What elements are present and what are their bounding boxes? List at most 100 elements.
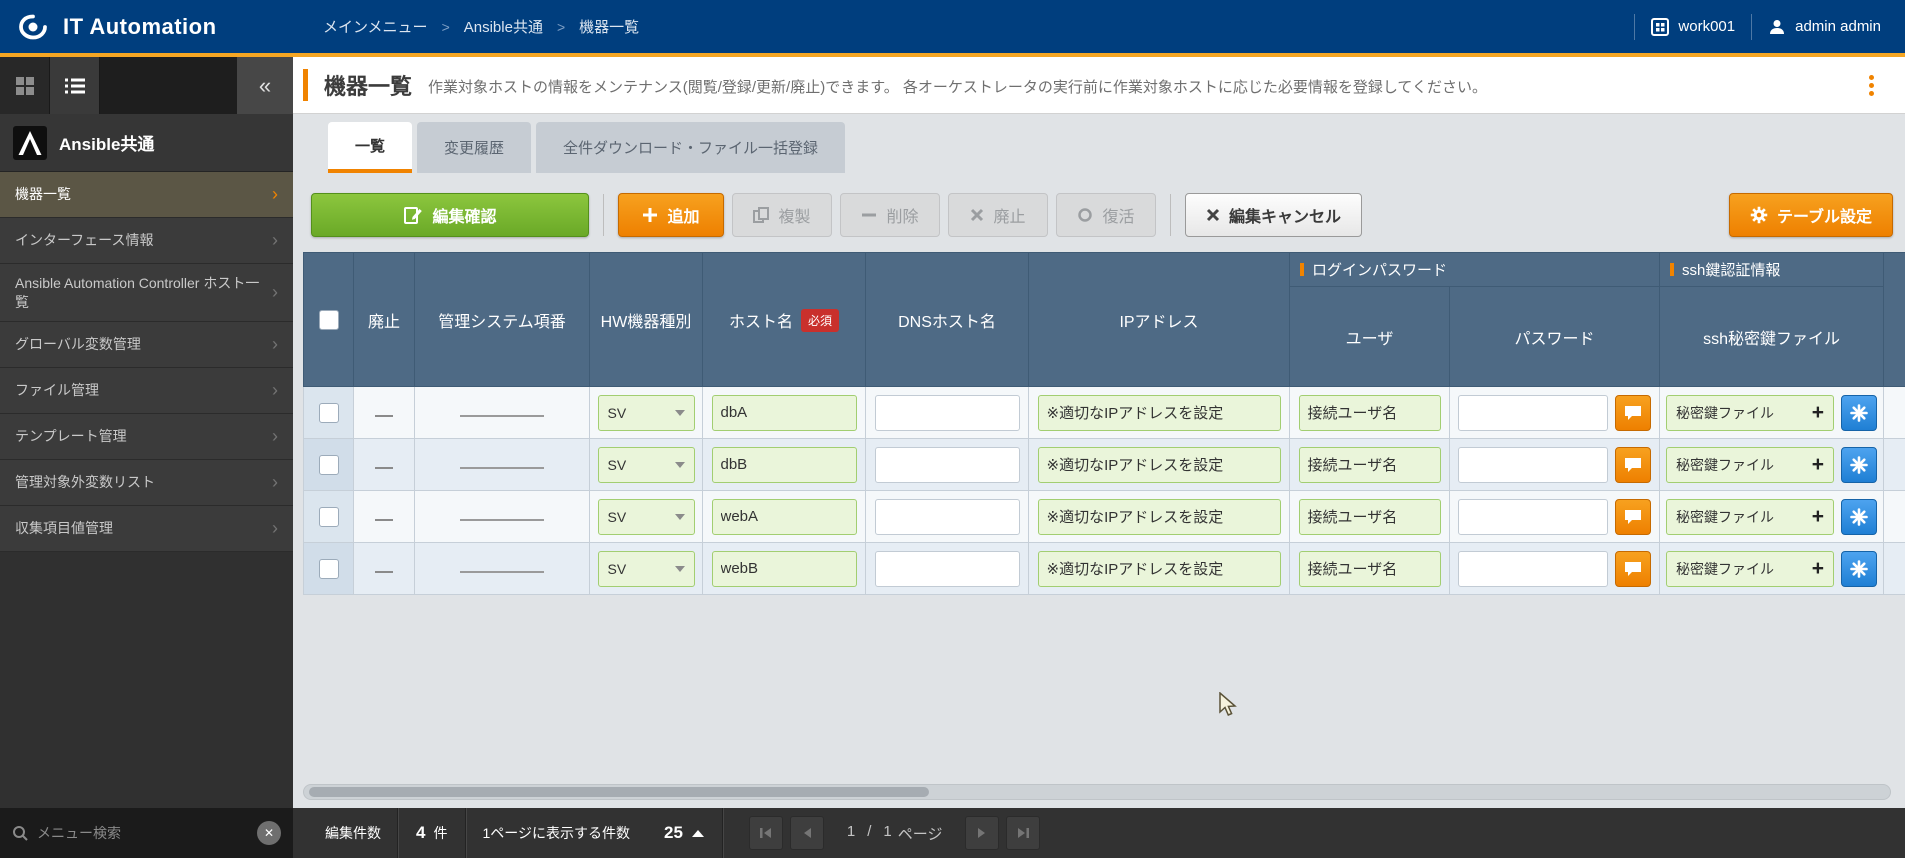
password-input[interactable] bbox=[1458, 395, 1608, 431]
ip-address-input[interactable] bbox=[1038, 447, 1281, 483]
toolbar-divider bbox=[1170, 194, 1171, 236]
gear-icon bbox=[1750, 206, 1768, 224]
workspace-icon bbox=[1651, 18, 1669, 36]
edit-count: 4 件 bbox=[398, 823, 465, 843]
caret-down-icon bbox=[675, 566, 685, 572]
ssh-key-action-button[interactable] bbox=[1841, 499, 1877, 535]
row-checkbox[interactable] bbox=[319, 507, 339, 527]
ssh-key-file-select[interactable]: 秘密鍵ファイル+ bbox=[1666, 447, 1834, 483]
page-menu-button[interactable] bbox=[1853, 67, 1889, 103]
next-page-button[interactable] bbox=[965, 816, 999, 850]
user-input[interactable] bbox=[1299, 447, 1441, 483]
per-page-select[interactable]: 25 bbox=[646, 808, 722, 858]
sidebar-item-collection-item-value-management[interactable]: 収集項目値管理 › bbox=[0, 506, 293, 552]
ip-address-input[interactable] bbox=[1038, 499, 1281, 535]
row-checkbox[interactable] bbox=[319, 403, 339, 423]
sidebar-tab-menu-grid[interactable] bbox=[0, 57, 50, 114]
add-button[interactable]: 追加 bbox=[618, 193, 724, 237]
breadcrumb-item-device-list: 機器一覧 bbox=[579, 16, 639, 37]
ssh-key-file-select[interactable]: 秘密鍵ファイル+ bbox=[1666, 395, 1834, 431]
user-input[interactable] bbox=[1299, 551, 1441, 587]
first-page-button[interactable] bbox=[749, 816, 783, 850]
search-icon bbox=[12, 825, 28, 841]
horizontal-scrollbar-thumb[interactable] bbox=[309, 787, 929, 797]
dns-host-input[interactable] bbox=[875, 447, 1020, 483]
ssh-key-action-button[interactable] bbox=[1841, 551, 1877, 587]
dns-host-input[interactable] bbox=[875, 551, 1020, 587]
password-comment-button[interactable] bbox=[1615, 395, 1651, 431]
col-header-clipped bbox=[1884, 253, 1905, 387]
select-all-header bbox=[304, 253, 354, 387]
host-name-input[interactable] bbox=[712, 395, 857, 431]
ssh-key-file-select[interactable]: 秘密鍵ファイル+ bbox=[1666, 499, 1834, 535]
host-name-input[interactable] bbox=[712, 499, 857, 535]
workspace-menu[interactable]: work001 bbox=[1651, 18, 1735, 36]
page-title: 機器一覧 bbox=[324, 69, 412, 101]
hw-type-select[interactable]: SV bbox=[598, 499, 695, 535]
speech-bubble-icon bbox=[1624, 405, 1642, 421]
password-comment-button[interactable] bbox=[1615, 499, 1651, 535]
user-input[interactable] bbox=[1299, 499, 1441, 535]
prev-page-button[interactable] bbox=[790, 816, 824, 850]
last-page-button[interactable] bbox=[1006, 816, 1040, 850]
header-divider bbox=[1751, 14, 1752, 40]
sidebar-item-device-list[interactable]: 機器一覧 › bbox=[0, 172, 293, 218]
user-input[interactable] bbox=[1299, 395, 1441, 431]
sidebar-item-global-variable-management[interactable]: グローバル変数管理 › bbox=[0, 322, 293, 368]
sidebar-item-excluded-variable-list[interactable]: 管理対象外変数リスト › bbox=[0, 460, 293, 506]
password-input[interactable] bbox=[1458, 551, 1608, 587]
caret-up-icon bbox=[692, 830, 704, 837]
user-menu[interactable]: admin admin bbox=[1768, 18, 1881, 36]
password-comment-button[interactable] bbox=[1615, 447, 1651, 483]
edit-count-value: 4 bbox=[416, 823, 425, 843]
ssh-key-file-select[interactable]: 秘密鍵ファイル+ bbox=[1666, 551, 1834, 587]
chevron-right-icon: › bbox=[272, 380, 278, 401]
tab-change-history[interactable]: 変更履歴 bbox=[417, 122, 531, 173]
row-checkbox[interactable] bbox=[319, 455, 339, 475]
table-row: SV 秘密鍵ファイル+ bbox=[304, 439, 1905, 491]
delete-button: 削除 bbox=[840, 193, 940, 237]
host-name-input[interactable] bbox=[712, 551, 857, 587]
password-input[interactable] bbox=[1458, 499, 1608, 535]
circle-icon bbox=[1077, 207, 1093, 223]
hw-type-select[interactable]: SV bbox=[598, 447, 695, 483]
tab-list[interactable]: 一覧 bbox=[328, 122, 412, 173]
host-name-input[interactable] bbox=[712, 447, 857, 483]
sidebar-tab-menu-list[interactable] bbox=[50, 57, 100, 114]
ip-address-input[interactable] bbox=[1038, 551, 1281, 587]
breadcrumb: メインメニュー > Ansible共通 > 機器一覧 bbox=[293, 16, 639, 37]
ip-address-input[interactable] bbox=[1038, 395, 1281, 431]
col-header-user: ユーザ bbox=[1290, 287, 1450, 387]
workspace-name: work001 bbox=[1678, 18, 1735, 35]
hw-type-select[interactable]: SV bbox=[598, 551, 695, 587]
sidebar-menu: 機器一覧 › インターフェース情報 › Ansible Automation C… bbox=[0, 172, 293, 858]
sidebar-item-file-management[interactable]: ファイル管理 › bbox=[0, 368, 293, 414]
breadcrumb-separator-icon: > bbox=[557, 19, 565, 35]
grid-icon bbox=[15, 76, 35, 96]
menu-search-input[interactable] bbox=[37, 825, 248, 841]
tab-download-upload[interactable]: 全件ダウンロード・ファイル一括登録 bbox=[536, 122, 845, 173]
breadcrumb-item-ansible-common[interactable]: Ansible共通 bbox=[464, 16, 543, 37]
dns-host-input[interactable] bbox=[875, 395, 1020, 431]
ssh-key-action-button[interactable] bbox=[1841, 447, 1877, 483]
password-input[interactable] bbox=[1458, 447, 1608, 483]
breadcrumb-item-main-menu[interactable]: メインメニュー bbox=[323, 16, 428, 37]
sidebar-item-template-management[interactable]: テンプレート管理 › bbox=[0, 414, 293, 460]
menu-search-clear-button[interactable]: ✕ bbox=[257, 821, 281, 845]
per-page-value: 25 bbox=[664, 823, 683, 843]
plus-icon: + bbox=[1812, 558, 1824, 579]
edit-cancel-button[interactable]: 編集キャンセル bbox=[1185, 193, 1362, 237]
password-comment-button[interactable] bbox=[1615, 551, 1651, 587]
sidebar-item-ansible-automation-controller-hosts[interactable]: Ansible Automation Controller ホスト一覧 › bbox=[0, 264, 293, 322]
discard-placeholder bbox=[375, 415, 393, 417]
row-checkbox[interactable] bbox=[319, 559, 339, 579]
sidebar-tab-bar: « bbox=[0, 57, 293, 114]
dns-host-input[interactable] bbox=[875, 499, 1020, 535]
sidebar-item-interface-info[interactable]: インターフェース情報 › bbox=[0, 218, 293, 264]
ssh-key-action-button[interactable] bbox=[1841, 395, 1877, 431]
table-settings-button[interactable]: テーブル設定 bbox=[1729, 193, 1893, 237]
hw-type-select[interactable]: SV bbox=[598, 395, 695, 431]
select-all-checkbox[interactable] bbox=[319, 310, 339, 330]
edit-confirm-button[interactable]: 編集確認 bbox=[311, 193, 589, 237]
sidebar-collapse-button[interactable]: « bbox=[237, 57, 293, 114]
